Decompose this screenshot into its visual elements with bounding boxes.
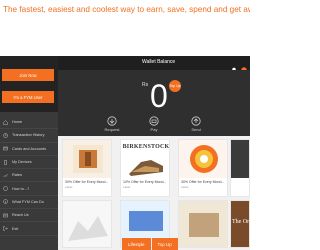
- appbar-actions: [231, 60, 247, 73]
- sidebar: Join Now I'm a FYM User Home Transaction…: [0, 56, 58, 250]
- join-now-button[interactable]: Join Now: [2, 69, 54, 81]
- sidebar-item-label: How to...?: [12, 186, 30, 191]
- request-label: Request: [104, 127, 120, 132]
- brand-logo: BIRKENSTOCK: [122, 144, 170, 150]
- deal-card[interactable]: [62, 200, 112, 248]
- deal-image: [63, 201, 111, 247]
- sidebar-item-how-to[interactable]: How to...?: [0, 182, 58, 196]
- rates-icon: [3, 173, 8, 178]
- fym-user-button[interactable]: I'm a FYM User: [2, 91, 54, 103]
- sidebar-item-exit[interactable]: Exit: [0, 222, 58, 236]
- sidebar-item-label: My Devices: [12, 160, 32, 165]
- pay-label: Pay: [150, 127, 158, 132]
- card-icon: [3, 146, 8, 151]
- deal-card[interactable]: BIRKENSTOCK 10% Offer for Every Mond... …: [120, 139, 170, 197]
- sidebar-item-label: Exit: [12, 226, 19, 231]
- deal-card[interactable]: [178, 200, 228, 248]
- home-icon: [3, 119, 8, 125]
- sidebar-item-label: Home: [12, 120, 23, 125]
- deal-sublabel: Label: [181, 185, 189, 189]
- request-button[interactable]: Request: [102, 116, 122, 134]
- info-icon: [3, 199, 8, 205]
- sidebar-item-label: Transaction History: [12, 133, 45, 138]
- mail-icon: [3, 213, 8, 218]
- sidebar-item-label: Rates: [12, 173, 22, 178]
- profile-icon[interactable]: [241, 60, 247, 73]
- wallet-balance-panel: Rs 0 Top Up Request Pay Send: [58, 70, 250, 136]
- deal-caption: 30% Offer for Every Mond...: [65, 180, 109, 184]
- sidebar-nav: Home Transaction History Cards and Accou…: [0, 116, 58, 236]
- tab-lifestyle[interactable]: Lifestyle: [122, 238, 151, 250]
- deals-grid: 30% Offer for Every Mond... Label BIRKEN…: [58, 136, 250, 250]
- sidebar-item-label: What FYM Can Do: [12, 199, 44, 204]
- sidebar-item-my-devices[interactable]: My Devices: [0, 156, 58, 170]
- sidebar-item-label: Reach Us: [12, 213, 29, 218]
- pay-button[interactable]: Pay: [144, 116, 164, 134]
- tablet-screen: Join Now I'm a FYM User Home Transaction…: [0, 56, 250, 250]
- sidebar-item-home[interactable]: Home: [0, 116, 58, 130]
- deal-card[interactable]: 30% Offer for Every Mond... Label: [178, 139, 228, 197]
- deal-sublabel: Label: [123, 185, 131, 189]
- sidebar-header: Join Now I'm a FYM User: [0, 56, 58, 112]
- help-icon: [3, 186, 8, 191]
- deal-image: [231, 140, 249, 178]
- location-icon[interactable]: [231, 60, 237, 73]
- tab-top-up[interactable]: Top Up: [151, 238, 178, 250]
- device-icon: [3, 159, 8, 165]
- currency-label: Rs: [142, 82, 149, 88]
- brand-partial: The Orig: [231, 201, 249, 247]
- deal-caption: 10% Offer for Every Mond...: [123, 180, 167, 184]
- deal-sublabel: Label: [65, 185, 73, 189]
- deal-caption: 30% Offer for Every Mond...: [181, 180, 225, 184]
- app-bar: Wallet Balance: [58, 56, 250, 73]
- sidebar-item-reach-us[interactable]: Reach Us: [0, 209, 58, 223]
- deal-card[interactable]: 30% Offer for Every Mond... Label: [62, 139, 112, 197]
- page-title: Wallet Balance: [142, 59, 176, 65]
- send-button[interactable]: Send: [186, 116, 206, 134]
- deal-card-partial[interactable]: The Orig: [230, 200, 250, 248]
- bottom-tabs: Lifestyle Top Up: [122, 238, 178, 250]
- deal-image: [63, 140, 111, 178]
- send-icon: [191, 116, 201, 126]
- tagline: The fastest, easiest and coolest way to …: [3, 5, 250, 14]
- history-icon: [3, 133, 8, 138]
- deal-image: [179, 140, 227, 178]
- send-label: Send: [191, 127, 201, 132]
- sidebar-item-rates[interactable]: Rates: [0, 169, 58, 183]
- deal-image: [179, 201, 227, 247]
- sidebar-item-what-fym-can-do[interactable]: What FYM Can Do: [0, 196, 58, 210]
- exit-icon: [3, 226, 8, 231]
- sidebar-item-label: Cards and Accounts: [12, 146, 46, 151]
- deal-card-partial[interactable]: [230, 139, 250, 197]
- balance-value: 0: [150, 78, 168, 114]
- deal-image: BIRKENSTOCK: [121, 140, 170, 178]
- top-up-badge[interactable]: Top Up: [169, 80, 181, 92]
- main-content: Wallet Balance Rs 0 Top Up Request Pay S…: [58, 56, 250, 250]
- wallet-actions: Request Pay Send: [58, 116, 250, 134]
- sidebar-item-cards-and-accounts[interactable]: Cards and Accounts: [0, 143, 58, 156]
- sidebar-item-transaction-history[interactable]: Transaction History: [0, 129, 58, 143]
- pay-icon: [149, 116, 159, 126]
- request-icon: [107, 116, 117, 126]
